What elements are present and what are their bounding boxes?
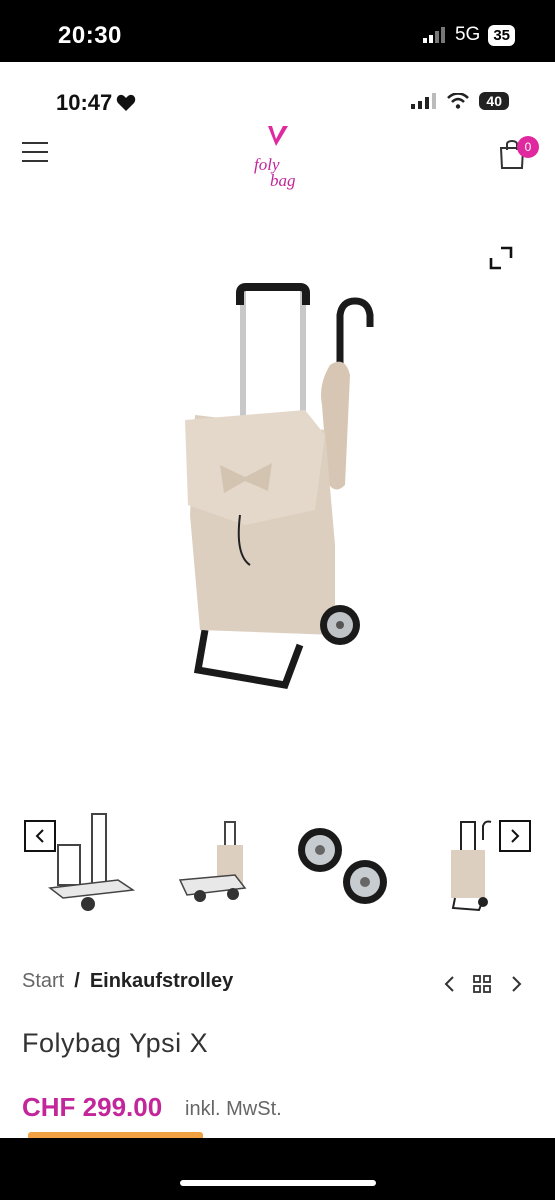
thumbnail-strip — [0, 800, 555, 920]
fullscreen-icon[interactable] — [488, 245, 514, 271]
breadcrumb-start-link[interactable]: Start — [22, 970, 64, 993]
chevron-left-icon — [35, 829, 44, 843]
price-tax-note: inkl. MwSt. — [185, 1098, 282, 1120]
battery-icon: 40 — [479, 92, 509, 110]
brand-logo[interactable]: foly bag — [240, 122, 320, 196]
network-label: 5G — [454, 24, 481, 45]
heart-icon — [117, 94, 136, 111]
grid-icon[interactable] — [470, 972, 494, 996]
inner-time: 10:47 — [56, 90, 113, 115]
bottom-bar — [0, 1138, 555, 1200]
breadcrumb-current[interactable]: Einkaufstrolley — [90, 970, 233, 993]
previous-product-icon[interactable] — [438, 972, 462, 996]
thumbnail-1[interactable] — [38, 800, 148, 918]
outer-time: 20:30 — [58, 22, 122, 49]
inner-status-icons: 40 — [411, 92, 509, 110]
cart-count-badge: 0 — [517, 136, 539, 158]
site-header: foly bag — [0, 118, 555, 198]
menu-icon[interactable] — [22, 142, 48, 164]
wifi-icon — [447, 93, 470, 109]
outer-status-bar: 20:30 5G 35 — [0, 0, 555, 62]
thumbnail-3[interactable] — [290, 800, 400, 918]
breadcrumb: Start / Einkaufstrolley — [22, 970, 233, 993]
signal-icon — [411, 93, 437, 109]
outer-status-icons: 5G 35 — [422, 24, 515, 46]
product-price: CHF 299.00 — [22, 1092, 163, 1122]
battery-icon: 35 — [488, 24, 515, 46]
breadcrumb-separator: / — [74, 970, 80, 992]
thumbnail-next-button[interactable] — [499, 820, 531, 852]
logo-text-bag: bag — [270, 171, 296, 190]
inner-time-wrap: 10:47 — [56, 90, 136, 116]
signal-icon — [422, 27, 445, 43]
home-indicator[interactable] — [180, 1180, 376, 1186]
thumbnail-4[interactable] — [415, 800, 525, 918]
product-title: Folybag Ypsi X — [22, 1028, 209, 1058]
product-main-image[interactable] — [0, 215, 555, 775]
next-product-icon[interactable] — [504, 972, 528, 996]
chevron-right-icon — [511, 829, 520, 843]
thumbnail-prev-button[interactable] — [24, 820, 56, 852]
thumbnail-2[interactable] — [165, 800, 275, 918]
